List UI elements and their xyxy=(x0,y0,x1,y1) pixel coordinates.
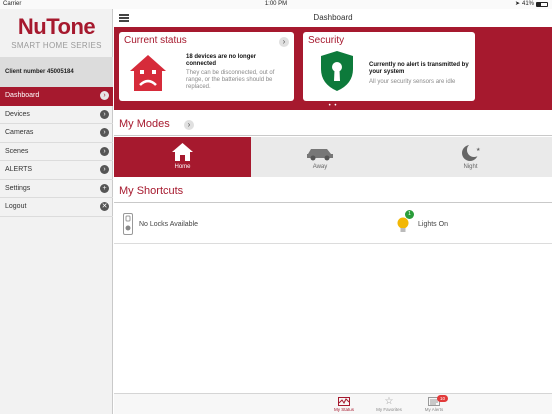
sad-house-icon xyxy=(130,55,166,91)
sidebar-item-settings[interactable]: Settings + xyxy=(0,180,113,198)
shortcuts-header: My Shortcuts xyxy=(114,181,552,203)
app-root: Carrier 1:00 PM ➤ 41% NuTone SMART HOME … xyxy=(0,0,552,414)
lights-label: Lights On xyxy=(418,220,448,228)
page-title: Dashboard xyxy=(313,13,353,22)
shortcut-locks[interactable]: No Locks Available xyxy=(123,212,198,236)
tab-my-favorites[interactable]: ☆ My Favorites xyxy=(369,396,409,412)
tab-label: My Status xyxy=(333,407,354,412)
tab-label: My Alerts xyxy=(424,407,444,412)
shield-lock-icon xyxy=(321,51,353,91)
locks-label: No Locks Available xyxy=(139,220,199,228)
status-bar: Carrier 1:00 PM ➤ 41% xyxy=(0,0,552,9)
moon-icon: ★ xyxy=(462,143,481,161)
close-icon: ✕ xyxy=(100,202,109,212)
lock-device-icon xyxy=(123,213,133,235)
chevron-right-icon: › xyxy=(100,91,109,101)
status-headline: 18 devices are no longer connected xyxy=(186,54,257,67)
status-detail: They can be disconnected, out of range, … xyxy=(186,70,275,90)
brand-name: NuTone xyxy=(17,14,96,39)
chevron-right-icon: › xyxy=(100,165,109,175)
sidebar-nav: Dashboard › Devices › Cameras › Scenes ›… xyxy=(0,87,113,217)
status-right: ➤ 41% xyxy=(515,0,548,9)
sidebar: NuTone SMART HOME SERIES Client number 4… xyxy=(0,9,113,414)
tab-my-status[interactable]: My Status xyxy=(324,396,364,412)
sidebar-item-label: Scenes xyxy=(5,147,29,155)
alerts-badge: 10 xyxy=(437,395,448,402)
client-number: Client number 45005184 xyxy=(0,57,113,87)
chevron-right-icon: › xyxy=(100,109,109,119)
location-icon: ➤ xyxy=(514,1,520,7)
security-detail: All your security sensors are idle xyxy=(369,79,456,85)
brand-series: SMART HOME SERIES xyxy=(11,41,102,50)
tab-bar: My Status ☆ My Favorites 10 My Alerts xyxy=(114,393,552,414)
shortcuts-row: No Locks Available 1 Lights On xyxy=(114,204,552,244)
chevron-right-icon: › xyxy=(100,146,109,156)
lights-count-badge: 1 xyxy=(405,210,414,219)
status-banner: Current status › 18 devices are no longe… xyxy=(114,27,552,110)
battery-icon xyxy=(536,2,548,7)
sidebar-item-alerts[interactable]: ALERTS › xyxy=(0,161,113,180)
lightbulb-icon: 1 xyxy=(396,210,414,235)
car-icon xyxy=(307,149,333,161)
sidebar-item-label: Dashboard xyxy=(5,92,40,100)
security-card[interactable]: Security Currently no alert is transmitt… xyxy=(303,32,475,101)
modes-header: My Modes › xyxy=(114,114,552,136)
sidebar-item-dashboard[interactable]: Dashboard › xyxy=(0,87,113,106)
chevron-right-icon[interactable]: › xyxy=(279,37,289,47)
sidebar-item-label: Cameras xyxy=(5,129,34,137)
sidebar-item-scenes[interactable]: Scenes › xyxy=(0,143,113,161)
security-title: Security xyxy=(308,35,345,46)
shortcut-lights[interactable]: 1 Lights On xyxy=(396,210,448,236)
sidebar-item-label: Logout xyxy=(5,203,27,211)
top-bar: Dashboard xyxy=(114,9,552,27)
nutone-logo: NuTone SMART HOME SERIES xyxy=(0,14,113,51)
current-status-title: Current status xyxy=(124,35,187,46)
current-status-card[interactable]: Current status › 18 devices are no longe… xyxy=(119,32,294,101)
mode-away-button[interactable]: Away xyxy=(251,137,389,177)
mode-label: Home xyxy=(174,164,191,170)
mode-label: Night xyxy=(463,164,478,170)
clock: 1:00 PM xyxy=(264,1,288,7)
mode-home-button[interactable]: Home xyxy=(114,137,251,177)
house-icon xyxy=(172,143,193,161)
svg-text:★: ★ xyxy=(476,147,481,153)
chevron-right-icon: › xyxy=(100,128,109,138)
chevron-right-icon[interactable]: › xyxy=(184,120,194,130)
page-indicator[interactable]: • • xyxy=(114,103,552,109)
mode-label: Away xyxy=(312,164,328,170)
sidebar-item-cameras[interactable]: Cameras › xyxy=(0,124,113,143)
sidebar-item-label: ALERTS xyxy=(5,166,33,174)
modes-title: My Modes xyxy=(119,118,170,130)
battery-percent: 41% xyxy=(521,1,534,7)
shortcuts-title: My Shortcuts xyxy=(119,185,184,197)
plus-icon: + xyxy=(100,183,109,193)
modes-bar: Home Away ★ Night xyxy=(114,137,552,177)
sidebar-item-logout[interactable]: Logout ✕ xyxy=(0,198,113,217)
pulse-chart-icon xyxy=(338,397,350,406)
sidebar-item-label: Settings xyxy=(5,184,31,192)
security-headline: Currently no alert is transmitted by you… xyxy=(369,62,469,75)
star-icon: ☆ xyxy=(384,396,394,407)
tab-my-alerts[interactable]: 10 My Alerts xyxy=(414,395,454,412)
sidebar-item-devices[interactable]: Devices › xyxy=(0,106,113,124)
tab-label: My Favorites xyxy=(376,407,402,412)
sidebar-item-label: Devices xyxy=(5,110,30,118)
mode-night-button[interactable]: ★ Night xyxy=(389,137,552,177)
